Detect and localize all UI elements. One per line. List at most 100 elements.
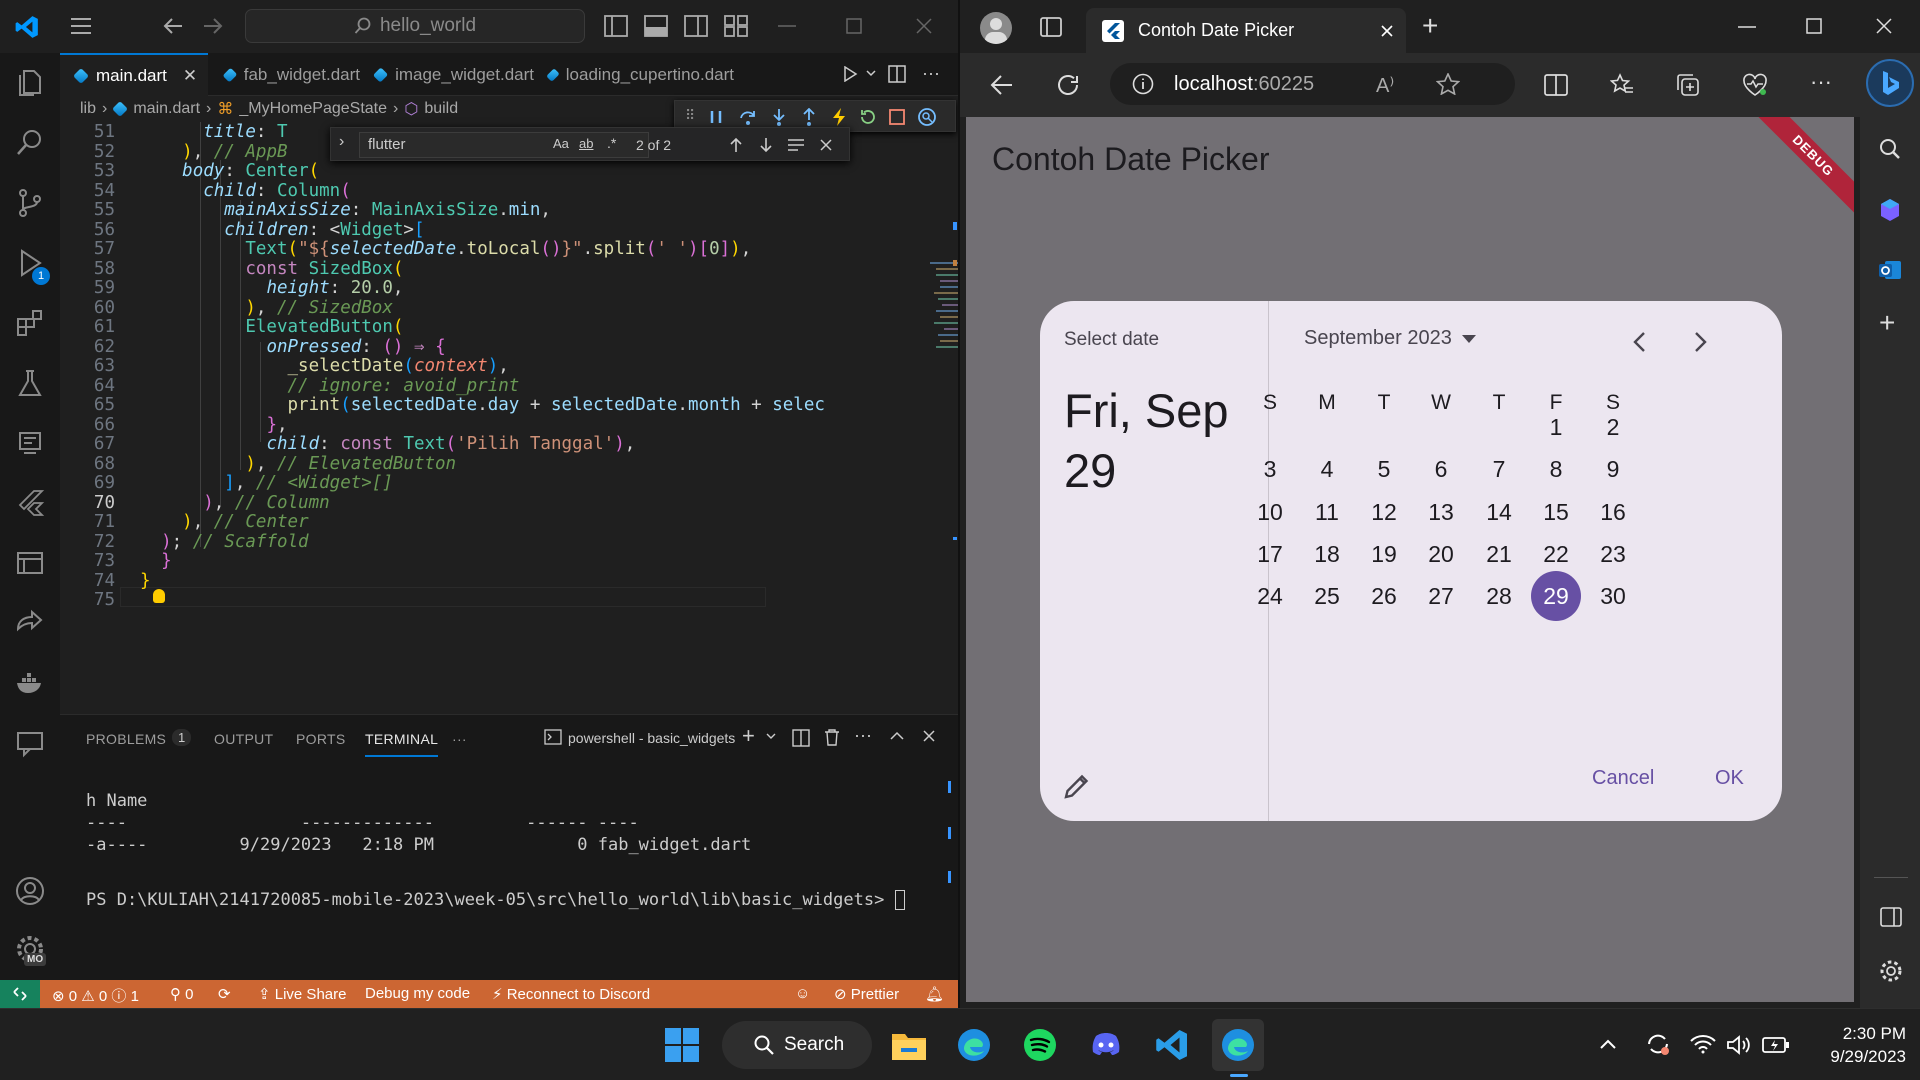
search-icon[interactable] — [1878, 137, 1902, 161]
profile-avatar[interactable] — [980, 12, 1012, 44]
tab-fab-widget[interactable]: fab_widget.dart — [210, 53, 360, 96]
problems-status[interactable]: ⊗ 0 ⚠ 0 ⓘ 1 — [52, 985, 139, 1006]
tab-output[interactable]: OUTPUT — [214, 731, 273, 747]
search-icon[interactable] — [14, 127, 46, 159]
bing-copilot-button[interactable] — [1866, 59, 1914, 107]
menu-icon[interactable] — [70, 17, 92, 35]
toggle-panel-icon[interactable] — [644, 15, 668, 37]
taskbar-edge[interactable] — [948, 1019, 1000, 1071]
taskbar-vscode[interactable] — [1146, 1019, 1198, 1071]
close-icon[interactable] — [1876, 18, 1892, 34]
split-editor-icon[interactable] — [888, 65, 906, 83]
maximize-icon[interactable] — [1806, 18, 1822, 34]
calendar-day[interactable]: 30 — [1588, 571, 1638, 621]
favorites-icon[interactable] — [1610, 73, 1634, 97]
find-in-selection-icon[interactable] — [787, 138, 805, 152]
step-over-icon[interactable] — [739, 108, 757, 126]
step-into-icon[interactable] — [771, 108, 787, 126]
drag-handle-icon[interactable]: ⠿ — [685, 107, 695, 124]
source-control-icon[interactable] — [14, 187, 46, 219]
match-case-toggle[interactable]: Aa — [553, 136, 569, 151]
calendar-day-selected[interactable]: 29 — [1531, 571, 1581, 622]
panel-view-icon[interactable] — [14, 547, 46, 579]
sync-icon[interactable] — [1645, 1031, 1671, 1057]
maximize-icon[interactable] — [846, 18, 862, 34]
tab-ports[interactable]: PORTS — [296, 731, 345, 747]
discord-status[interactable]: ⚡ Reconnect to Discord — [492, 985, 650, 1003]
toggle-replace-icon[interactable]: › — [339, 133, 344, 151]
trash-icon[interactable] — [824, 728, 840, 746]
outlook-icon[interactable] — [1877, 257, 1903, 283]
battery-charging-icon[interactable] — [1762, 1034, 1790, 1054]
tab-loading-cupertino[interactable]: loading_cupertino.dart — [534, 53, 734, 96]
forward-icon[interactable] — [202, 16, 224, 36]
taskbar-clock[interactable]: 2:30 PM 9/29/2023 — [1810, 1022, 1906, 1068]
account-icon[interactable] — [14, 875, 46, 907]
chevron-down-icon[interactable] — [866, 70, 876, 78]
panel-more-icon[interactable]: ··· — [452, 731, 467, 747]
browser-tab-active[interactable]: Contoh Date Picker — [1086, 8, 1406, 53]
copilot-icon[interactable] — [1877, 197, 1903, 223]
tab-close-icon[interactable]: ✕ — [183, 66, 197, 86]
chevron-up-icon[interactable] — [1600, 1039, 1616, 1049]
debug-launch-icon[interactable]: ⟳ — [218, 985, 231, 1003]
taskbar-search[interactable]: Search — [722, 1021, 872, 1069]
devtools-search-icon[interactable] — [917, 107, 937, 127]
docker-icon[interactable] — [14, 667, 46, 699]
find-input[interactable]: flutter — [359, 132, 649, 158]
hot-reload-icon[interactable] — [831, 107, 847, 127]
taskbar-discord[interactable] — [1080, 1019, 1132, 1071]
pause-icon[interactable] — [709, 109, 723, 125]
favorite-star-icon[interactable] — [1436, 73, 1460, 95]
maximize-panel-icon[interactable] — [890, 731, 904, 741]
next-match-icon[interactable] — [759, 137, 773, 153]
toggle-sidebar-icon[interactable] — [604, 15, 628, 37]
start-button[interactable] — [656, 1019, 708, 1071]
restart-icon[interactable] — [859, 108, 877, 126]
live-share-icon[interactable] — [14, 607, 46, 639]
breadcrumb-folder[interactable]: lib — [80, 100, 96, 118]
more-actions-icon[interactable]: ··· — [922, 63, 940, 84]
taskbar-edge-active[interactable] — [1212, 1019, 1264, 1071]
tab-terminal[interactable]: TERMINAL — [365, 731, 439, 757]
explorer-icon[interactable] — [14, 67, 46, 99]
notifications-bell-icon[interactable]: 🔔︎ — [925, 985, 944, 1003]
terminal-name[interactable]: powershell - basic_widgets — [568, 730, 735, 746]
stop-icon[interactable] — [889, 109, 905, 125]
toggle-secondary-sidebar-icon[interactable] — [684, 15, 708, 37]
breadcrumb-class[interactable]: _MyHomePageState — [239, 100, 387, 118]
extensions-icon[interactable] — [14, 307, 46, 339]
volume-icon[interactable] — [1726, 1034, 1752, 1056]
minimize-icon[interactable] — [1738, 26, 1756, 28]
tab-main-dart[interactable]: main.dart ✕ — [60, 53, 208, 96]
close-find-icon[interactable] — [819, 138, 833, 152]
remote-explorer-icon[interactable] — [14, 427, 46, 459]
flutter-icon[interactable] — [14, 487, 46, 519]
read-aloud-icon[interactable]: A⁾ — [1376, 73, 1394, 98]
settings-more-icon[interactable]: ··· — [1810, 69, 1832, 95]
minimize-icon[interactable] — [778, 25, 796, 27]
close-icon[interactable] — [916, 18, 932, 34]
copilot-icon[interactable]: ☺ — [795, 985, 810, 1002]
taskbar-file-explorer[interactable] — [882, 1019, 934, 1071]
sidebar-settings-gear-icon[interactable] — [1879, 959, 1903, 983]
tab-image-widget[interactable]: image_widget.dart — [360, 53, 534, 96]
regex-toggle[interactable]: .* — [607, 135, 616, 151]
edit-pencil-icon[interactable] — [1062, 771, 1092, 801]
back-icon[interactable] — [162, 16, 184, 36]
back-icon[interactable] — [990, 74, 1014, 96]
ports-status[interactable]: ⚲ 0 — [170, 985, 194, 1003]
refresh-icon[interactable] — [1056, 73, 1080, 97]
remote-indicator[interactable] — [0, 980, 40, 1008]
lightbulb-icon[interactable] — [153, 589, 165, 603]
add-sidebar-app-icon[interactable]: + — [1879, 307, 1895, 339]
code-editor[interactable]: 51 52 53 54 55 56 57 58 59 60 61 62 63 64 65 66 67 68 69 70… — [60, 122, 982, 714]
calendar-day[interactable]: 28 — [1474, 571, 1524, 621]
breadcrumb-file[interactable]: main.dart — [133, 100, 200, 118]
split-terminal-icon[interactable] — [792, 729, 810, 747]
close-panel-icon[interactable] — [922, 729, 936, 743]
command-center-search[interactable]: hello_world — [245, 9, 585, 43]
tab-problems[interactable]: PROBLEMS — [86, 731, 166, 747]
run-icon[interactable] — [842, 66, 858, 82]
panel-more-actions-icon[interactable]: ··· — [854, 725, 872, 746]
